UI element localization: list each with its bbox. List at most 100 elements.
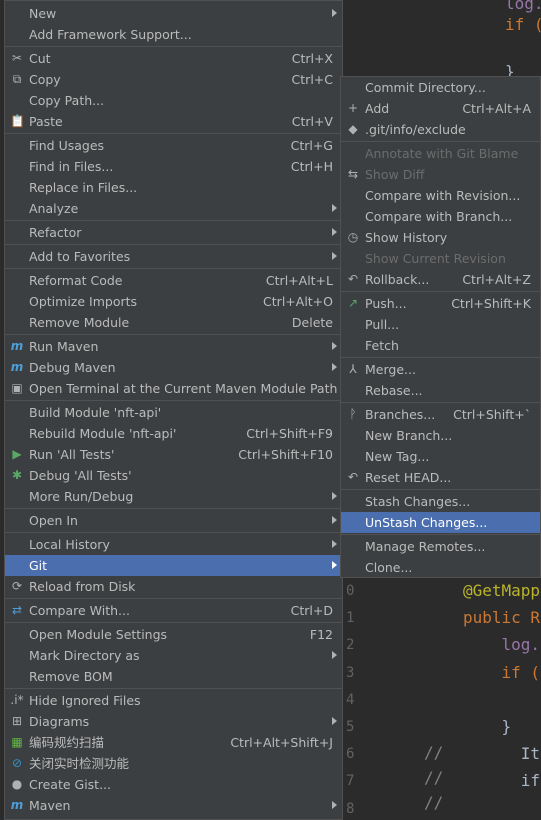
menu-item-rollback[interactable]: ↶ Rollback... Ctrl+Alt+Z — [341, 269, 540, 290]
menu-item-push[interactable]: ↗ Push... Ctrl+Shift+K — [341, 293, 540, 314]
branch-icon: ᚹ — [349, 407, 357, 421]
menu-item-show-history[interactable]: ◷ Show History — [341, 227, 540, 248]
menu-item-git[interactable]: Git — [5, 555, 342, 576]
push-icon: ↗ — [347, 296, 359, 310]
menu-item-create-gist[interactable]: ● Create Gist... — [5, 774, 342, 795]
menu-item-new[interactable]: New — [5, 3, 342, 24]
menu-item-label: Analyze — [29, 201, 79, 216]
menu-item-pull[interactable]: Pull... — [341, 314, 540, 335]
menu-item-label: .git/info/exclude — [365, 122, 466, 137]
menu-item-open-terminal-at-the-current-maven-module-path[interactable]: ▣ Open Terminal at the Current Maven Modu… — [5, 378, 342, 399]
menu-item-cut[interactable]: ✂ Cut Ctrl+X — [5, 48, 342, 69]
menu-item-open-module-settings[interactable]: Open Module Settings F12 — [5, 624, 342, 645]
code-line: log. — [463, 635, 541, 655]
menu-item-manage-remotes[interactable]: Manage Remotes... — [341, 536, 540, 557]
menu-item-copy[interactable]: ⧉ Copy Ctrl+C — [5, 69, 342, 90]
menu-item-replace-in-files[interactable]: Replace in Files... — [5, 177, 342, 198]
submenu-arrow-icon — [332, 651, 337, 659]
menu-item-new-tag[interactable]: New Tag... — [341, 446, 540, 467]
copy-icon: ⧉ — [12, 72, 22, 86]
menu-item-optimize-imports[interactable]: Optimize Imports Ctrl+Alt+O — [5, 291, 342, 312]
menu-item-label: Maven — [29, 798, 71, 813]
menu-separator — [341, 291, 540, 292]
menu-item-refactor[interactable]: Refactor — [5, 222, 342, 243]
menu-item-shortcut: Ctrl+Alt+A — [462, 101, 531, 116]
menu-item-reload-from-disk[interactable]: ⟳ Reload from Disk — [5, 576, 342, 597]
menu-separator — [341, 402, 540, 403]
menu-item-label: Show Current Revision — [365, 251, 506, 266]
menu-item-shortcut: Ctrl+Shift+F10 — [238, 447, 333, 462]
menu-item-label: Commit Directory... — [365, 80, 486, 95]
menu-item-branches[interactable]: ᚹ Branches... Ctrl+Shift+` — [341, 404, 540, 425]
reload-icon: ⟳ — [11, 579, 23, 593]
menu-item-rebase[interactable]: Rebase... — [341, 380, 540, 401]
menu-item-clone[interactable]: Clone... — [341, 557, 540, 578]
menu-item-item-45[interactable]: ▦ 编码规约扫描 Ctrl+Alt+Shift+J — [5, 732, 342, 753]
menu-item-maven[interactable]: m Maven — [5, 795, 342, 816]
menu-item-compare-with[interactable]: ⇄ Compare With... Ctrl+D — [5, 600, 342, 621]
submenu-arrow-icon — [332, 561, 337, 569]
menu-item-build-module-nft-api[interactable]: Build Module 'nft-api' — [5, 402, 342, 423]
line-number: 5 — [346, 719, 355, 735]
menu-item-remove-module[interactable]: Remove Module Delete — [5, 312, 342, 333]
menu-item-rebuild-module-nft-api[interactable]: Rebuild Module 'nft-api' Ctrl+Shift+F9 — [5, 423, 342, 444]
menu-item-add-to-favorites[interactable]: Add to Favorites — [5, 246, 342, 267]
menu-item-add-framework-support[interactable]: Add Framework Support... — [5, 24, 342, 45]
menu-item-shortcut: Ctrl+Alt+Shift+J — [230, 735, 333, 750]
menu-item-compare-with-revision[interactable]: Compare with Revision... — [341, 185, 540, 206]
menu-item-reformat-code[interactable]: Reformat Code Ctrl+Alt+L — [5, 270, 342, 291]
menu-item-label: UnStash Changes... — [365, 515, 488, 530]
menu-item-shortcut: Ctrl+Alt+O — [263, 294, 333, 309]
menu-item-label: Refactor — [29, 225, 82, 240]
menu-item-run-all-tests[interactable]: ▶ Run 'All Tests' Ctrl+Shift+F10 — [5, 444, 342, 465]
menu-item-shortcut: Ctrl+Shift+` — [453, 407, 531, 422]
menu-item-find-usages[interactable]: Find Usages Ctrl+G — [5, 135, 342, 156]
menu-item-compare-with-branch[interactable]: Compare with Branch... — [341, 206, 540, 227]
menu-item-mark-directory-as[interactable]: Mark Directory as — [5, 645, 342, 666]
menu-item-copy-path[interactable]: Copy Path... — [5, 90, 342, 111]
menu-item-find-in-files[interactable]: Find in Files... Ctrl+H — [5, 156, 342, 177]
menu-item-more-run-debug[interactable]: More Run/Debug — [5, 486, 342, 507]
menu-item-label: Manage Remotes... — [365, 539, 486, 554]
submenu-arrow-icon — [332, 516, 337, 524]
rollback-icon: ↶ — [347, 272, 359, 286]
menu-separator — [5, 400, 342, 401]
menu-item-stash-changes[interactable]: Stash Changes... — [341, 491, 540, 512]
menu-item-shortcut: Ctrl+H — [290, 159, 333, 174]
menu-separator — [5, 46, 342, 47]
menu-separator — [5, 220, 342, 221]
menu-item-label: Open Terminal at the Current Maven Modul… — [29, 381, 338, 396]
menu-item-remove-bom[interactable]: Remove BOM — [5, 666, 342, 687]
menu-item-unstash-changes[interactable]: UnStash Changes... — [341, 512, 540, 533]
menu-item-run-maven[interactable]: m Run Maven — [5, 336, 342, 357]
menu-item-label: Debug Maven — [29, 360, 116, 375]
menu-item-shortcut: Ctrl+Shift+K — [451, 296, 531, 311]
compare-icon: ⇄ — [11, 603, 23, 617]
menu-item-open-in[interactable]: Open In — [5, 510, 342, 531]
menu-item-label: Rebuild Module 'nft-api' — [29, 426, 177, 441]
submenu-arrow-icon — [332, 363, 337, 371]
menu-item-show-diff: ⇆ Show Diff — [341, 164, 540, 185]
menu-item-git-info-exclude[interactable]: ◆ .git/info/exclude — [341, 119, 540, 140]
menu-item-label: More Run/Debug — [29, 489, 134, 504]
code-line: log. — [505, 0, 541, 13]
menu-item-label: Rollback... — [365, 272, 430, 287]
menu-item-diagrams[interactable]: ⊞ Diagrams — [5, 711, 342, 732]
menu-item-paste[interactable]: 📋 Paste Ctrl+V — [5, 111, 342, 132]
menu-item-hide-ignored-files[interactable]: .i* Hide Ignored Files — [5, 690, 342, 711]
menu-item-analyze[interactable]: Analyze — [5, 198, 342, 219]
menu-item-merge[interactable]: ⅄ Merge... — [341, 359, 540, 380]
menu-item-add[interactable]: + Add Ctrl+Alt+A — [341, 98, 540, 119]
menu-item-item-46[interactable]: ⊘ 关闭实时检测功能 — [5, 753, 342, 774]
menu-item-debug-maven[interactable]: m Debug Maven — [5, 357, 342, 378]
menu-item-reset-head[interactable]: ↶ Reset HEAD... — [341, 467, 540, 488]
menu-item-fetch[interactable]: Fetch — [341, 335, 540, 356]
menu-item-debug-all-tests[interactable]: ✱ Debug 'All Tests' — [5, 465, 342, 486]
menu-item-new-branch[interactable]: New Branch... — [341, 425, 540, 446]
menu-item-commit-directory[interactable]: Commit Directory... — [341, 77, 540, 98]
submenu-arrow-icon — [332, 252, 337, 260]
menu-item-label: Compare With... — [29, 603, 130, 618]
menu-item-label: Open In — [29, 513, 78, 528]
menu-item-local-history[interactable]: Local History — [5, 534, 342, 555]
menu-separator — [5, 334, 342, 335]
